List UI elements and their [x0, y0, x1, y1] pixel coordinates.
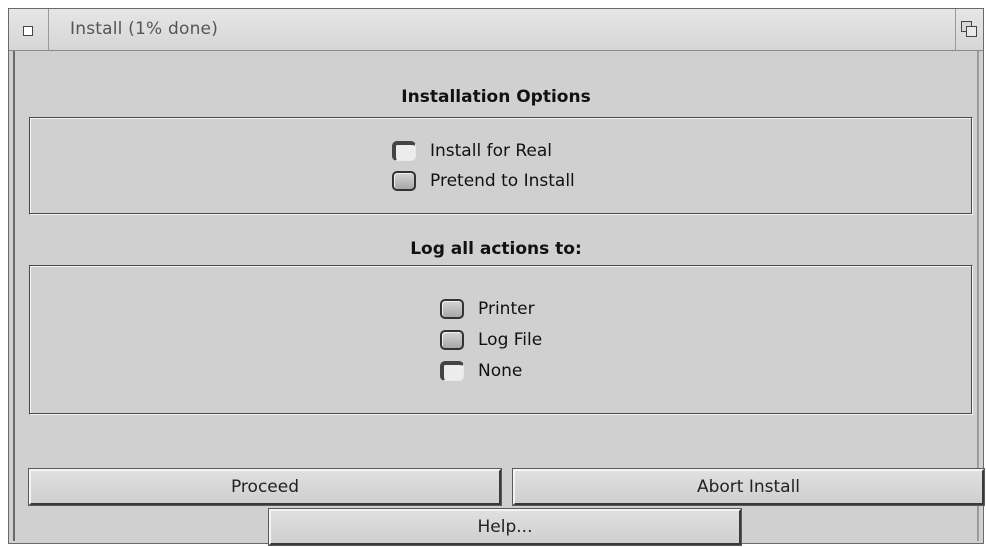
- radio-unselected-icon: [440, 330, 464, 350]
- installation-options-heading: Installation Options: [401, 87, 591, 107]
- radio-selected-icon: [440, 361, 464, 381]
- radio-label: None: [478, 361, 523, 381]
- abort-install-button[interactable]: Abort Install: [512, 468, 985, 506]
- proceed-button[interactable]: Proceed: [28, 468, 502, 506]
- window-title: Install (1% done): [70, 19, 219, 39]
- log-heading: Log all actions to:: [410, 239, 582, 259]
- radio-label: Log File: [478, 330, 543, 350]
- radio-label: Printer: [478, 299, 535, 319]
- log-options-group: Printer Log File None: [29, 265, 973, 415]
- close-icon: [23, 26, 33, 36]
- radio-none[interactable]: None: [440, 358, 522, 384]
- radio-selected-icon: [392, 141, 416, 161]
- title-bar[interactable]: Install (1% done): [9, 9, 983, 51]
- close-gadget[interactable]: [9, 9, 49, 50]
- radio-label: Install for Real: [430, 141, 553, 161]
- help-button[interactable]: Help...: [268, 508, 742, 546]
- installer-window: Install (1% done) Installation Options I…: [8, 8, 985, 546]
- radio-install-for-real[interactable]: Install for Real: [392, 138, 552, 164]
- radio-pretend-to-install[interactable]: Pretend to Install: [392, 168, 575, 194]
- radio-log-file[interactable]: Log File: [440, 327, 542, 353]
- radio-unselected-icon: [440, 299, 464, 319]
- radio-unselected-icon: [392, 171, 416, 191]
- radio-label: Pretend to Install: [430, 171, 575, 191]
- window-content: Installation Options Install for Real Pr…: [13, 51, 985, 546]
- depth-gadget[interactable]: [955, 9, 983, 50]
- radio-printer[interactable]: Printer: [440, 296, 535, 322]
- installation-options-group: Install for Real Pretend to Install: [29, 117, 973, 215]
